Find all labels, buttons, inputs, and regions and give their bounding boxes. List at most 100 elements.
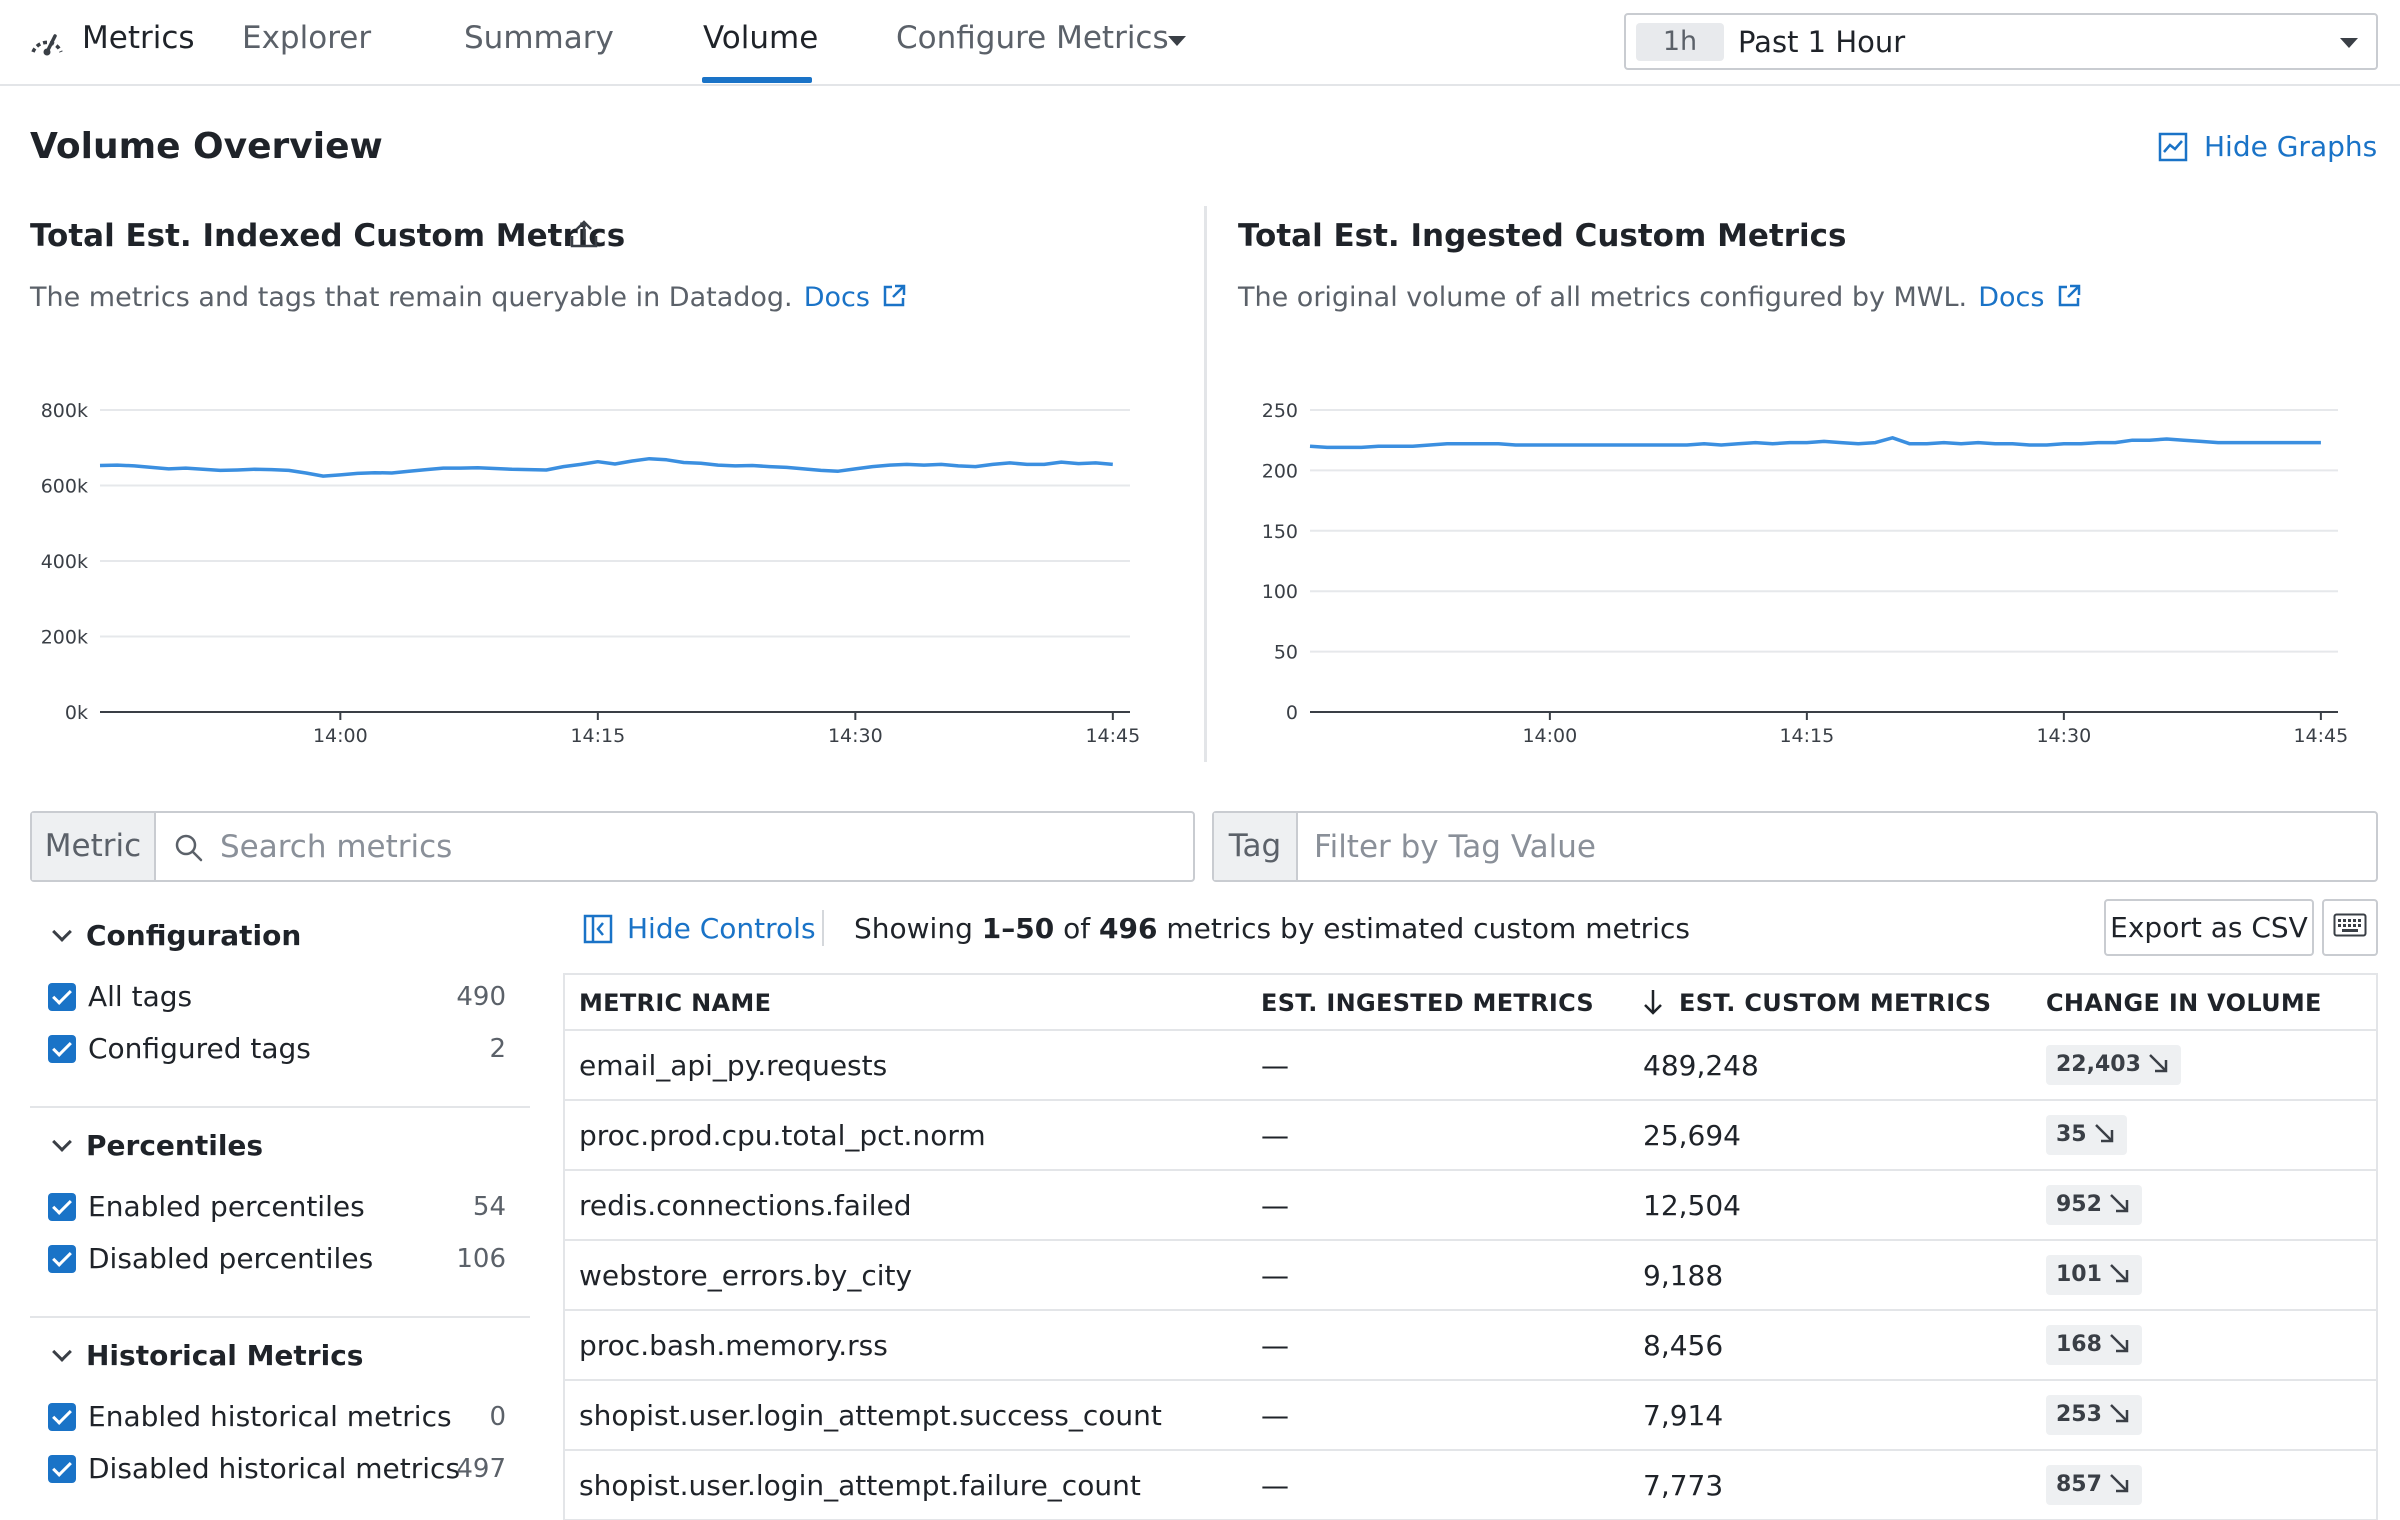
table-row[interactable]: shopist.user.login_attempt.failure_count… (565, 1451, 2376, 1520)
change-value: 35 (2056, 1122, 2087, 1147)
indexed-chart-title: Total Est. Indexed Custom Metrics (30, 218, 626, 254)
change-value: 22,403 (2056, 1052, 2141, 1077)
external-link-icon[interactable] (2056, 283, 2082, 313)
checkbox-all-tags[interactable] (48, 983, 76, 1011)
controls-separator (822, 910, 824, 946)
column-header-metric-name[interactable]: METRIC NAME (579, 989, 771, 1017)
filter-disabled-historical-label[interactable]: Disabled historical metrics (88, 1452, 460, 1485)
checkbox-disabled-historical-metrics[interactable] (48, 1455, 76, 1483)
search-icon (174, 833, 204, 867)
tab-configure-metrics[interactable]: Configure Metrics (896, 20, 1169, 56)
table-row[interactable]: proc.bash.memory.rss — 8,456 168 (565, 1311, 2376, 1381)
ingested-chart-description-text: The original volume of all metrics confi… (1238, 282, 1968, 313)
export-graph-icon[interactable] (568, 218, 600, 254)
metric-name-cell[interactable]: redis.connections.failed (579, 1189, 912, 1222)
filter-enabled-historical-count: 0 (489, 1402, 506, 1432)
filter-enabled-percentiles-label[interactable]: Enabled percentiles (88, 1190, 365, 1223)
indexed-docs-link[interactable]: Docs (804, 282, 870, 313)
filter-group-percentiles-title[interactable]: Percentiles (86, 1129, 263, 1162)
metric-name-cell[interactable]: shopist.user.login_attempt.failure_count (579, 1469, 1141, 1502)
keyboard-icon (2333, 911, 2367, 944)
est-custom-cell: 7,914 (1643, 1399, 1724, 1432)
metric-name-cell[interactable]: shopist.user.login_attempt.success_count (579, 1399, 1162, 1432)
active-tab-indicator (702, 77, 812, 83)
y-tick-label: 200k (41, 627, 88, 649)
change-value: 168 (2056, 1332, 2102, 1357)
metric-search-box: Metric (30, 811, 1195, 882)
filter-group-historical-title[interactable]: Historical Metrics (86, 1339, 363, 1372)
series-line (1309, 436, 2321, 450)
time-range-badge: 1h (1636, 23, 1724, 61)
sort-arrow-down-icon[interactable] (1641, 987, 1665, 1021)
column-header-est-custom[interactable]: EST. CUSTOM METRICS (1679, 989, 1991, 1017)
time-range-picker[interactable]: 1h Past 1 Hour (1624, 13, 2378, 70)
metric-name-cell[interactable]: proc.prod.cpu.total_pct.norm (579, 1119, 986, 1152)
export-csv-button[interactable]: Export as CSV (2104, 899, 2314, 956)
table-body: email_api_py.requests — 489,248 22,403 p… (565, 1031, 2376, 1520)
percentiles-chevron-down-icon[interactable] (52, 1132, 72, 1152)
trend-down-arrow-icon (2149, 1054, 2168, 1073)
tag-filter-input[interactable] (1314, 813, 2354, 880)
filter-disabled-percentiles-label[interactable]: Disabled percentiles (88, 1242, 373, 1275)
est-custom-cell: 9,188 (1643, 1259, 1724, 1292)
metrics-logo-icon (28, 24, 66, 62)
results-summary: Showing 1–50 of 496 metrics by estimated… (854, 912, 1690, 945)
change-in-volume-badge: 952 (2046, 1185, 2142, 1225)
x-tick-label: 14:00 (1522, 725, 1577, 747)
table-row[interactable]: shopist.user.login_attempt.success_count… (565, 1381, 2376, 1451)
checkbox-disabled-percentiles[interactable] (48, 1245, 76, 1273)
est-ingested-cell: — (1261, 1399, 1289, 1432)
y-tick-label: 400k (41, 551, 88, 573)
y-tick-label: 100 (1262, 581, 1298, 603)
column-header-change-in-volume[interactable]: CHANGE IN VOLUME (2046, 989, 2322, 1017)
time-range-chevron-down-icon[interactable] (2340, 38, 2358, 48)
historical-metrics-chevron-down-icon[interactable] (52, 1342, 72, 1362)
external-link-icon[interactable] (881, 283, 907, 313)
table-row[interactable]: webstore_errors.by_city — 9,188 101 (565, 1241, 2376, 1311)
trend-down-arrow-icon (2110, 1474, 2129, 1493)
results-summary-suffix: metrics by estimated custom metrics (1166, 912, 1690, 945)
table-row[interactable]: email_api_py.requests — 489,248 22,403 (565, 1031, 2376, 1101)
checkbox-enabled-historical-metrics[interactable] (48, 1403, 76, 1431)
metrics-table: METRIC NAME EST. INGESTED METRICS EST. C… (563, 973, 2378, 1520)
hide-graphs-icon (2158, 132, 2188, 166)
filter-enabled-historical-label[interactable]: Enabled historical metrics (88, 1400, 452, 1433)
configure-metrics-chevron-down-icon[interactable] (1168, 36, 1186, 46)
change-in-volume-badge: 101 (2046, 1255, 2142, 1295)
metric-name-cell[interactable]: email_api_py.requests (579, 1049, 887, 1082)
metric-name-cell[interactable]: webstore_errors.by_city (579, 1259, 912, 1292)
est-ingested-cell: — (1261, 1329, 1289, 1362)
column-header-est-ingested[interactable]: EST. INGESTED METRICS (1261, 989, 1594, 1017)
trend-down-arrow-icon (2110, 1404, 2129, 1423)
results-summary-prefix: Showing (854, 912, 973, 945)
configuration-chevron-down-icon[interactable] (52, 922, 72, 942)
filter-configured-tags-label[interactable]: Configured tags (88, 1032, 311, 1065)
table-row[interactable]: proc.prod.cpu.total_pct.norm — 25,694 35 (565, 1101, 2376, 1171)
filter-disabled-historical-count: 497 (456, 1454, 506, 1484)
tab-summary[interactable]: Summary (464, 20, 614, 56)
metric-search-input[interactable] (220, 813, 1180, 880)
x-tick-label: 14:00 (313, 725, 368, 747)
est-ingested-cell: — (1261, 1049, 1289, 1082)
change-in-volume-badge: 168 (2046, 1325, 2142, 1365)
tab-explorer[interactable]: Explorer (242, 20, 371, 56)
filter-all-tags-label[interactable]: All tags (88, 980, 192, 1013)
indexed-line-chart: 0k 200k 400k 600k 800k 14:00 14:15 14:30 14:45 (41, 400, 1140, 747)
ingested-docs-link[interactable]: Docs (1978, 282, 2044, 313)
change-value: 101 (2056, 1262, 2102, 1287)
y-tick-label: 800k (41, 400, 88, 422)
page-title: Volume Overview (30, 126, 383, 167)
checkbox-configured-tags[interactable] (48, 1035, 76, 1063)
y-tick-label: 0k (65, 702, 88, 724)
app-title[interactable]: Metrics (82, 20, 195, 56)
est-ingested-cell: — (1261, 1189, 1289, 1222)
keyboard-shortcuts-button[interactable] (2322, 899, 2378, 956)
results-of: of (1063, 912, 1091, 945)
table-row[interactable]: redis.connections.failed — 12,504 952 (565, 1171, 2376, 1241)
metric-name-cell[interactable]: proc.bash.memory.rss (579, 1329, 888, 1362)
hide-controls-label: Hide Controls (627, 912, 816, 945)
checkbox-enabled-percentiles[interactable] (48, 1193, 76, 1221)
filter-group-configuration-title[interactable]: Configuration (86, 919, 301, 952)
tag-search-prefix: Tag (1214, 813, 1298, 880)
tab-volume[interactable]: Volume (703, 20, 818, 56)
